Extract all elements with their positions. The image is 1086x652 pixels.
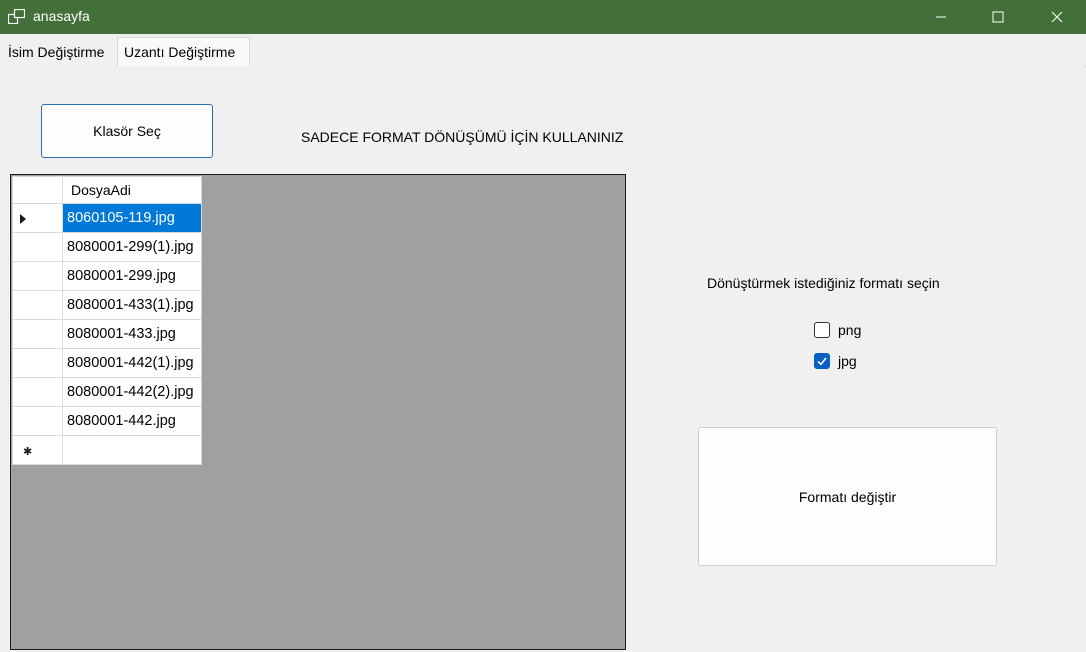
select-folder-button[interactable]: Klasör Seç <box>41 104 213 158</box>
file-name-cell[interactable]: 8080001-442.jpg <box>62 406 202 436</box>
minimize-icon <box>936 16 946 18</box>
tab-strip: İsim Değiştirme Uzantı Değiştirme <box>0 34 1086 68</box>
table-row[interactable]: 8080001-299(1).jpg <box>12 232 202 262</box>
png-checkbox-row[interactable]: png <box>814 321 861 339</box>
format-prompt-label: Dönüştürmek istediğiniz formatı seçin <box>707 275 940 291</box>
jpg-checkbox-label[interactable]: jpg <box>838 353 857 369</box>
row-header[interactable] <box>12 203 63 233</box>
file-name-cell[interactable]: 8080001-299(1).jpg <box>62 232 202 262</box>
column-header-dosyaadi[interactable]: DosyaAdi <box>62 176 202 204</box>
grid-header-row: DosyaAdi <box>12 176 202 204</box>
change-format-button[interactable]: Formatı değiştir <box>698 427 997 566</box>
window-title: anasayfa <box>33 8 90 24</box>
row-header[interactable] <box>12 377 63 407</box>
close-button[interactable] <box>1034 0 1080 34</box>
app-windows-icon <box>7 8 26 25</box>
new-row-asterisk-icon: ✱ <box>23 446 33 458</box>
tab-uzanti-degistirme[interactable]: Uzantı Değiştirme <box>117 37 250 68</box>
png-checkbox-label[interactable]: png <box>838 322 861 338</box>
file-table: DosyaAdi 8060105-119.jpg 8080001-299(1).… <box>12 176 202 465</box>
minimize-button[interactable] <box>918 0 964 34</box>
table-row[interactable]: 8060105-119.jpg <box>12 203 202 233</box>
table-row[interactable]: 8080001-433.jpg <box>12 319 202 349</box>
png-checkbox[interactable] <box>814 322 830 338</box>
table-row[interactable]: 8080001-299.jpg <box>12 261 202 291</box>
maximize-icon <box>992 11 1004 23</box>
maximize-button[interactable] <box>975 0 1021 34</box>
file-name-cell[interactable]: 8080001-442(2).jpg <box>62 377 202 407</box>
row-header[interactable] <box>12 348 63 378</box>
checkmark-icon <box>817 357 827 366</box>
new-row-cell[interactable] <box>62 435 202 465</box>
file-name-cell[interactable]: 8080001-433(1).jpg <box>62 290 202 320</box>
grid-corner-header <box>12 176 63 204</box>
current-row-arrow-icon <box>20 214 26 224</box>
new-row[interactable]: ✱ <box>12 435 202 465</box>
row-header[interactable] <box>12 290 63 320</box>
jpg-checkbox[interactable] <box>814 353 830 369</box>
row-header[interactable]: ✱ <box>12 435 63 465</box>
table-row[interactable]: 8080001-442(2).jpg <box>12 377 202 407</box>
table-row[interactable]: 8080001-433(1).jpg <box>12 290 202 320</box>
title-bar: anasayfa <box>0 0 1086 34</box>
file-name-cell[interactable]: 8080001-299.jpg <box>62 261 202 291</box>
row-header[interactable] <box>12 319 63 349</box>
table-row[interactable]: 8080001-442.jpg <box>12 406 202 436</box>
tab-isim-degistirme[interactable]: İsim Değiştirme <box>4 39 117 67</box>
file-grid[interactable]: DosyaAdi 8060105-119.jpg 8080001-299(1).… <box>10 174 626 650</box>
table-row[interactable]: 8080001-442(1).jpg <box>12 348 202 378</box>
file-name-cell[interactable]: 8080001-433.jpg <box>62 319 202 349</box>
close-icon <box>1051 11 1063 23</box>
row-header[interactable] <box>12 406 63 436</box>
format-notice-label: SADECE FORMAT DÖNÜŞÜMÜ İÇİN KULLANINIZ <box>301 129 624 145</box>
jpg-checkbox-row[interactable]: jpg <box>814 352 857 370</box>
row-header[interactable] <box>12 232 63 262</box>
file-name-cell[interactable]: 8080001-442(1).jpg <box>62 348 202 378</box>
row-header[interactable] <box>12 261 63 291</box>
file-name-cell[interactable]: 8060105-119.jpg <box>62 203 202 233</box>
